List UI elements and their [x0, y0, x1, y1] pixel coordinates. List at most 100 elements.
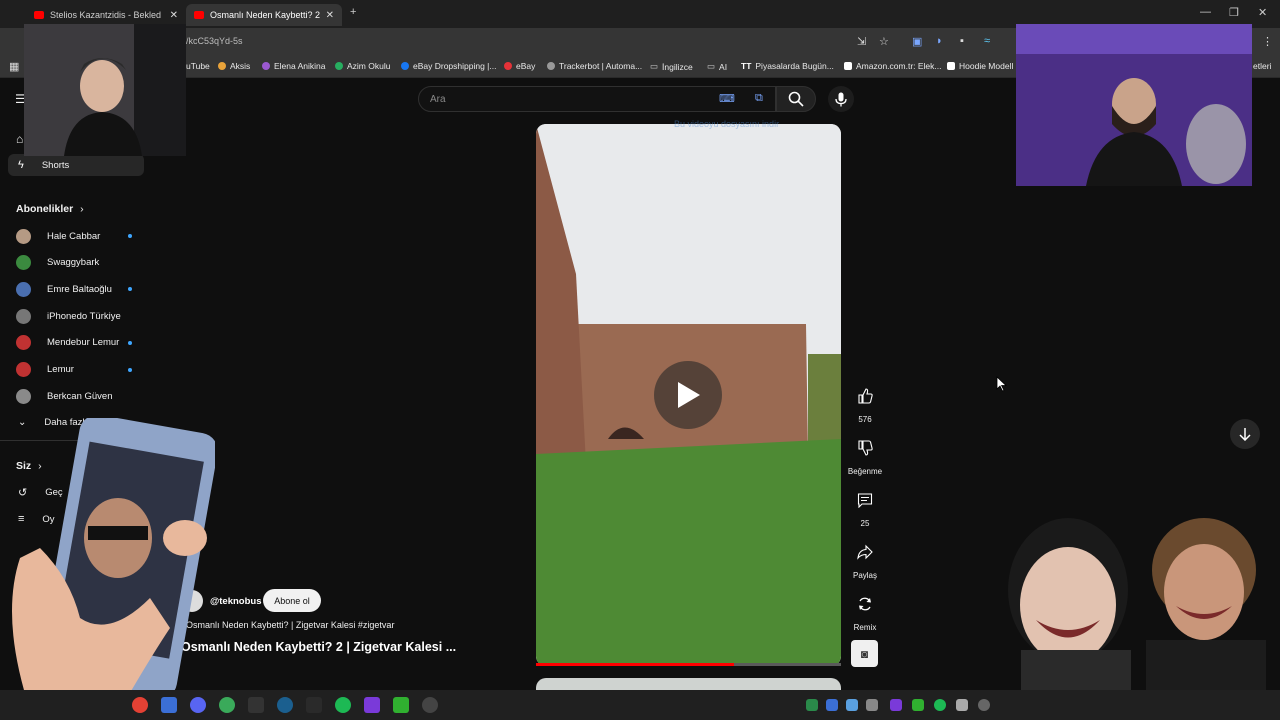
sidebar-item-subscription[interactable]: Swaggybark [8, 252, 144, 274]
chrome-icon[interactable] [132, 697, 148, 713]
tab-osmanli[interactable]: Osmanlı Neden Kaybetti? 2 ✕ [186, 4, 342, 26]
download-hint[interactable]: Bu videoyu dosyasını indir [674, 119, 840, 133]
dislike-button[interactable]: Beğenme [848, 431, 882, 476]
maximize-icon[interactable]: ❐ [1229, 6, 1239, 19]
bookmark-star-icon[interactable]: ☆ [879, 35, 889, 48]
tray-icon[interactable] [956, 699, 968, 711]
translate-extension-icon[interactable]: ▣ [912, 35, 922, 48]
tray-icon[interactable] [866, 699, 878, 711]
piyasa-icon: TT [741, 61, 752, 71]
bookmark-ebay-dropshipping[interactable]: eBay Dropshipping |... [401, 61, 496, 71]
obs-icon[interactable] [422, 697, 438, 713]
home-icon[interactable]: ⌂ [16, 132, 23, 146]
avatar [16, 228, 31, 244]
sidebar-item-subscription[interactable]: Lemur [8, 359, 144, 381]
folder-icon: ▭ [650, 61, 659, 71]
xbox-icon[interactable] [219, 697, 235, 713]
remix-label: Remix [853, 623, 877, 632]
keyboard-icon[interactable]: ⌨ [719, 92, 735, 105]
search-icon [788, 91, 804, 107]
apps-grid-icon[interactable]: ▦ [9, 60, 19, 73]
search-input[interactable]: Ara [430, 94, 446, 105]
close-tab-icon[interactable]: ✕ [326, 10, 334, 21]
sidebar-item-subscription[interactable]: iPhonedo Türkiye [8, 305, 144, 327]
new-content-dot [128, 340, 132, 345]
remix-icon [859, 597, 871, 611]
extension-icon[interactable]: ▪ [960, 35, 964, 47]
music-label[interactable]: Osmanlı Neden Kaybetti? | Zigetvar Kales… [186, 620, 394, 630]
sidebar-item-subscription[interactable]: Emre Baltaoğlu [8, 278, 144, 300]
sidebar-item-shorts[interactable]: ϟ Shorts [8, 154, 144, 176]
bookmark-ebay[interactable]: eBay [504, 61, 535, 71]
microphone-icon [835, 92, 847, 106]
app-icon[interactable] [393, 697, 409, 713]
next-video-button[interactable] [1230, 419, 1260, 449]
menu-dots-icon[interactable]: ⋮ [1262, 35, 1273, 48]
tray-icon[interactable] [846, 699, 858, 711]
extension-icon[interactable]: ◗ [936, 35, 943, 47]
facebook-icon [401, 62, 409, 70]
progress-fill [536, 663, 735, 666]
subscriptions-heading[interactable]: Abonelikler › [16, 203, 84, 215]
like-button[interactable]: 576 [848, 379, 882, 424]
bookmark-piyasalarda[interactable]: TT Piyasalarda Bugün... [741, 61, 834, 71]
sidebar-item-label: iPhonedo Türkiye [47, 310, 121, 322]
bookmark-ai[interactable]: ▭ AI [707, 61, 727, 72]
like-count: 576 [858, 415, 872, 424]
chevron-right-icon: › [80, 203, 84, 215]
bookmark-aksis[interactable]: Aksis [218, 61, 250, 71]
sidebar-item-subscription[interactable]: Hale Cabbar [8, 225, 144, 247]
bookmark-hoodie[interactable]: Hoodie Modell [947, 61, 1013, 71]
arrow-down-icon [1239, 428, 1251, 441]
bookmark-other[interactable]: etleri [1253, 61, 1271, 71]
install-app-icon[interactable]: ⇲ [857, 35, 866, 48]
play-button[interactable] [654, 361, 722, 429]
steam-icon[interactable] [277, 697, 293, 713]
shorts-icon: ϟ [18, 159, 24, 171]
spotify-icon[interactable] [335, 697, 351, 713]
sidebar-item-subscription[interactable]: Berkcan Güven [8, 385, 144, 407]
avatar [16, 335, 31, 351]
minimize-icon[interactable]: — [1200, 6, 1211, 18]
close-tab-icon[interactable]: ✕ [170, 10, 178, 21]
bookmark-youtube[interactable]: uTube [186, 61, 210, 71]
remix-button[interactable]: Remix [848, 587, 882, 632]
app-icon[interactable] [364, 697, 380, 713]
app-icon[interactable] [161, 697, 177, 713]
channel-name[interactable]: @teknobus [210, 596, 262, 607]
discord-icon[interactable] [190, 697, 206, 713]
new-tab-button[interactable]: + [350, 6, 356, 18]
bookmark-ingilizce[interactable]: ▭ İngilizce [650, 61, 693, 72]
bookmark-amazon[interactable]: Amazon.com.tr: Elek... [844, 61, 942, 71]
video-progress-bar[interactable] [536, 663, 841, 666]
bookmark-elena[interactable]: Elena Anikina [262, 61, 326, 71]
app-icon[interactable] [306, 697, 322, 713]
search-button[interactable] [776, 86, 816, 112]
extension-icon[interactable]: ≈ [984, 35, 990, 47]
tab-stelios[interactable]: Stelios Kazantzidis - Bekled ✕ [26, 4, 186, 26]
tray-icon[interactable] [912, 699, 924, 711]
tray-icon[interactable] [978, 699, 990, 711]
translate-icon[interactable]: ⧉ [755, 92, 763, 105]
video-title[interactable]: Osmanlı Neden Kaybetti? 2 | Zigetvar Kal… [181, 640, 456, 654]
epic-games-icon[interactable] [248, 697, 264, 713]
next-short-preview[interactable] [536, 678, 841, 690]
screen: Stelios Kazantzidis - Bekled ✕ Osmanlı N… [0, 0, 1280, 720]
voice-search-button[interactable] [828, 86, 854, 112]
tray-icon[interactable] [890, 699, 902, 711]
tray-icon[interactable] [806, 699, 818, 711]
bookmark-azim[interactable]: Azim Okulu [335, 61, 390, 71]
comment-count: 25 [860, 519, 870, 528]
sound-thumbnail[interactable]: ◙ [851, 640, 878, 667]
play-icon [678, 382, 700, 408]
subscribe-button[interactable]: Abone ol [263, 589, 321, 612]
url-text[interactable]: /kcC53qYd-5s [186, 36, 243, 46]
sidebar-item-subscription[interactable]: Mendebur Lemur [8, 332, 144, 354]
search-box[interactable]: Ara ⌨ ⧉ [418, 86, 776, 112]
tray-icon[interactable] [826, 699, 838, 711]
comments-button[interactable]: 25 [848, 483, 882, 528]
bookmark-trackerbot[interactable]: Trackerbot | Automa... [547, 61, 642, 71]
close-window-icon[interactable]: ✕ [1258, 6, 1267, 19]
share-button[interactable]: Paylaş [848, 535, 882, 580]
tray-icon[interactable] [934, 699, 946, 711]
